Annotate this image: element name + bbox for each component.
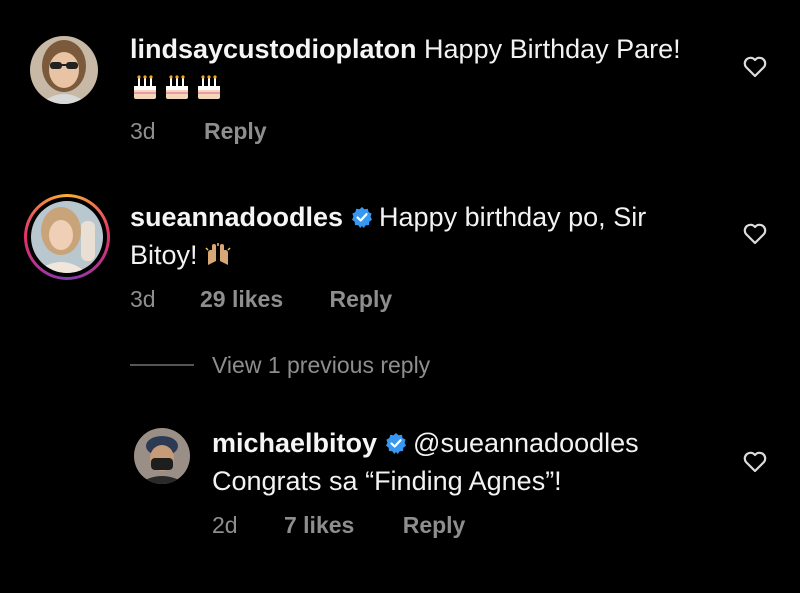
birthday-cake-icon xyxy=(166,75,188,99)
reply-button[interactable]: Reply xyxy=(330,286,393,313)
reply-button[interactable]: Reply xyxy=(403,512,466,539)
comment-meta: 3d 29 likes Reply xyxy=(130,286,392,313)
birthday-cake-icon xyxy=(198,75,220,99)
username[interactable]: lindsaycustodioplaton xyxy=(130,34,417,64)
timestamp: 3d xyxy=(130,118,156,144)
view-previous-replies-button[interactable]: View 1 previous reply xyxy=(130,352,430,379)
likes-count[interactable]: 7 likes xyxy=(284,512,354,539)
verified-badge-icon xyxy=(352,207,373,228)
reply-button[interactable]: Reply xyxy=(204,118,267,145)
heart-outline-icon[interactable] xyxy=(742,222,768,246)
comment-text: Happy Birthday Pare! xyxy=(424,34,681,64)
comment-text-continued: Bitoy! xyxy=(130,240,198,270)
comment-text: Congrats sa “Finding Agnes”! xyxy=(212,466,562,496)
emoji-row xyxy=(130,72,226,106)
comment-meta: 2d 7 likes Reply xyxy=(212,512,465,539)
reply-thread-line xyxy=(130,364,194,366)
username[interactable]: michaelbitoy xyxy=(212,428,377,458)
story-ring[interactable] xyxy=(24,194,110,280)
avatar xyxy=(31,201,103,273)
comment-text: Happy birthday po, Sir xyxy=(379,202,647,232)
heart-outline-icon[interactable] xyxy=(742,55,768,79)
avatar[interactable] xyxy=(30,36,98,104)
mention-link[interactable]: @sueannadoodles xyxy=(413,428,639,458)
view-replies-label: View 1 previous reply xyxy=(212,352,431,378)
timestamp: 3d xyxy=(130,286,156,312)
comment-meta: 3d Reply xyxy=(130,118,267,145)
username[interactable]: sueannadoodles xyxy=(130,202,343,232)
timestamp: 2d xyxy=(212,512,238,538)
raising-hands-icon xyxy=(205,243,231,265)
heart-outline-icon[interactable] xyxy=(742,450,768,474)
birthday-cake-icon xyxy=(134,75,156,99)
avatar[interactable] xyxy=(134,428,190,484)
verified-badge-icon xyxy=(386,433,407,454)
likes-count[interactable]: 29 likes xyxy=(200,286,283,313)
